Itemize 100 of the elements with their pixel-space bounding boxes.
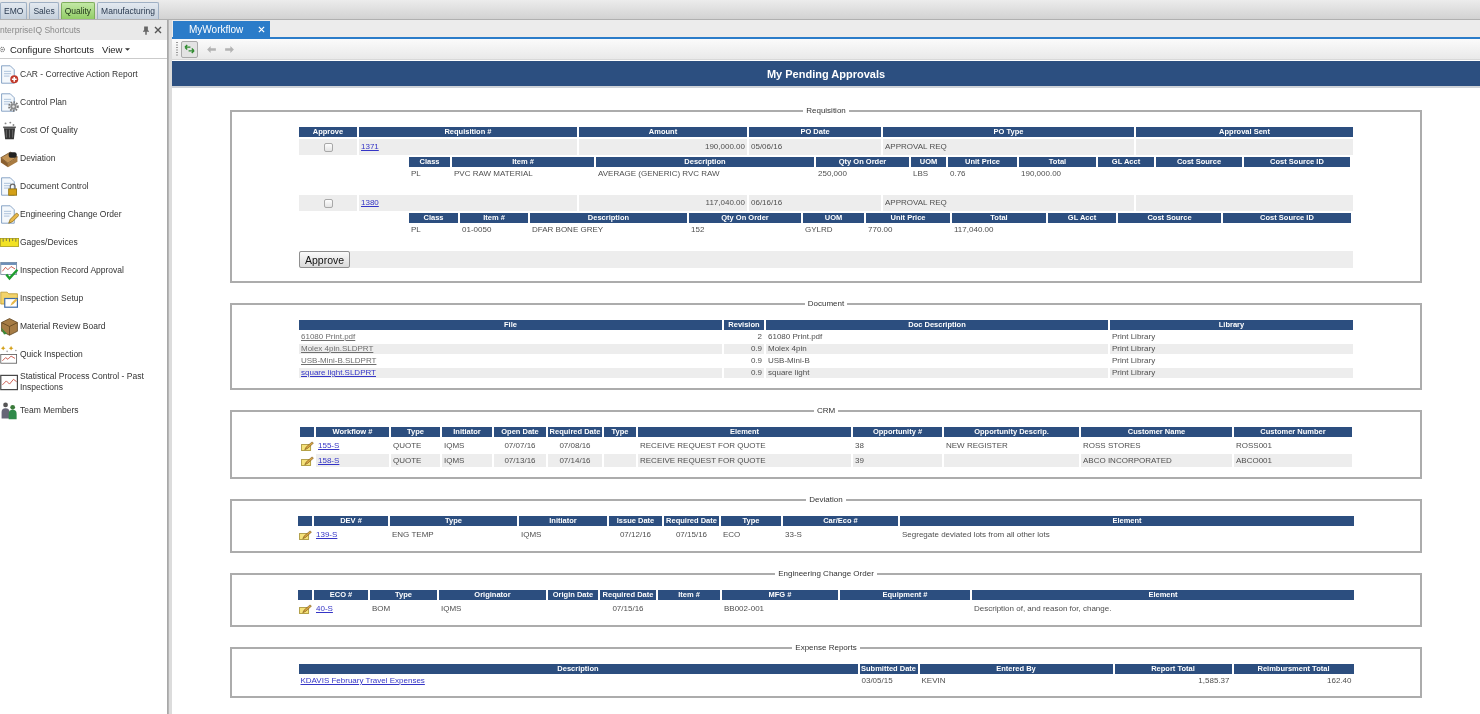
row-link[interactable]: square light.SLDPRT (301, 368, 376, 377)
table-cell-text: QUOTE (392, 439, 423, 452)
pencil-note-icon[interactable] (301, 440, 314, 451)
table-cell-text: Print Library (1111, 356, 1157, 366)
row-link[interactable]: USB-Mini-B.SLDPRT (301, 356, 377, 365)
table-cell-text: USB-Mini-B (767, 356, 811, 366)
shortcut-item[interactable]: CAR - Corrective Action Report (0, 60, 167, 88)
table-cell-text: ROSS001 (1235, 439, 1274, 452)
shortcut-item[interactable]: Gages/Devices (0, 228, 167, 256)
table-cell: QUOTE (391, 454, 440, 467)
table-cell-text: Print Library (1111, 332, 1157, 342)
document-tab[interactable]: MyWorkflow (173, 21, 271, 37)
bin-icon (0, 119, 19, 141)
panel-title: nterpriseIQ Shortcuts (0, 25, 82, 35)
section-title: CRM (815, 406, 837, 415)
table-cell-text: ROSS STORES (1082, 439, 1142, 452)
table-cell-text: 0.9 (749, 356, 763, 366)
table-cell: square light (766, 368, 1108, 378)
shortcut-item[interactable]: Cost Of Quality (0, 116, 167, 144)
table-cell: 05/06/16 (749, 139, 881, 155)
pencil-note-icon[interactable] (301, 455, 314, 466)
pencil-note-icon[interactable] (299, 603, 312, 614)
shortcut-item[interactable]: Team Members (0, 396, 167, 424)
configure-button[interactable]: Configure Shortcuts (0, 43, 94, 55)
table-cell: 0.9 (724, 368, 764, 378)
view-menu[interactable]: View (101, 43, 131, 55)
crate-icon (0, 315, 19, 337)
table-cell-text: 07/12/16 (618, 528, 653, 541)
table-cell-text: 07/15/16 (611, 602, 645, 615)
close-icon[interactable] (154, 26, 162, 34)
gear-icon (0, 44, 7, 54)
row-link[interactable]: 158-S (318, 455, 340, 465)
table-cell-text: 33-S (784, 528, 803, 541)
table-cell-text: PL (410, 225, 422, 235)
shortcut-item[interactable]: Quick Inspection (0, 340, 167, 368)
approve-button[interactable]: Approve (299, 251, 351, 268)
module-tab[interactable]: Quality (60, 2, 96, 19)
shortcut-item[interactable]: Inspection Setup (0, 284, 167, 312)
pin-icon[interactable] (143, 25, 149, 35)
table-cell: 117,040.00 (579, 195, 747, 211)
caret-icon (125, 47, 131, 51)
table-cell-text: 0.76 (949, 169, 967, 179)
table-cell: 07/14/16 (548, 454, 602, 467)
table-cell-text: PL (410, 169, 422, 179)
table-cell-text: AVERAGE (GENERIC) RVC RAW (597, 169, 721, 179)
pencil-note-icon[interactable] (299, 529, 312, 540)
shortcut-item[interactable]: Inspection Record Approval (0, 256, 167, 284)
shortcut-item[interactable]: Deviation (0, 144, 167, 172)
checkbox[interactable] (323, 142, 333, 152)
table-cell-text: 770.00 (867, 225, 894, 235)
table-cell-text: KEVIN (920, 676, 947, 686)
table-cell-text: Segregate deviated lots from all other lots (901, 528, 1051, 541)
table-cell-text: GYLRD (804, 225, 834, 235)
row-link[interactable]: 155-S (318, 440, 340, 450)
row-link[interactable]: 40-S (316, 603, 333, 613)
table-cell: Molex 4pin (766, 344, 1108, 354)
sync-button[interactable] (181, 40, 198, 58)
column-header (298, 516, 312, 526)
module-tab[interactable]: Sales (29, 2, 59, 19)
shortcut-item[interactable]: Material Review Board (0, 312, 167, 340)
row-link[interactable]: 1380 (361, 198, 379, 207)
forward-arrow-icon[interactable] (225, 45, 234, 53)
table-cell: APPROVAL REQ (883, 195, 1134, 211)
table-cell: 07/13/16 (494, 454, 546, 467)
back-arrow-icon[interactable] (207, 45, 216, 53)
section-title: Document (806, 299, 846, 308)
section-title: Deviation (808, 495, 844, 504)
table-cell: Print Library (1110, 344, 1353, 354)
row-link[interactable]: Molex 4pin.SLDPRT (301, 344, 374, 353)
checkbox[interactable] (323, 198, 333, 208)
table-cell: 06/16/16 (749, 195, 881, 211)
table-cell-text: DFAR BONE GREY (531, 225, 605, 235)
table-cell: RECEIVE REQUEST FOR QUOTE (638, 454, 851, 467)
row-link[interactable]: 139-S (316, 529, 338, 539)
table-cell-text: ECO (722, 528, 742, 541)
table-cell-text: 117,040.00 (953, 225, 995, 235)
table-cell-text: 152 (690, 225, 706, 235)
table-cell: Print Library (1110, 368, 1353, 378)
column-header (300, 427, 314, 437)
table-cell-text: PVC RAW MATERIAL (453, 169, 534, 179)
table-cell-text: 07/15/16 (674, 528, 709, 541)
table-cell-text: 61080 Print.pdf (767, 332, 824, 342)
shortcut-item[interactable]: Statistical Process Control - Past Inspections (0, 368, 167, 396)
shortcut-item[interactable]: Document Control (0, 172, 167, 200)
module-tab[interactable]: EMO (0, 2, 28, 19)
module-tab[interactable]: Manufacturing (97, 2, 159, 19)
shortcut-item[interactable]: Engineering Change Order (0, 200, 167, 228)
table-cell-text: Description of, and reason for, change. (973, 602, 1113, 615)
shortcut-item[interactable]: Control Plan (0, 88, 167, 116)
table-cell-text: 190,000.00 (1020, 169, 1063, 179)
table-cell-text: 07/07/16 (503, 439, 537, 452)
column-header (298, 590, 312, 600)
table-cell-text: 2 (756, 332, 763, 342)
row-link[interactable]: 61080 Print.pdf (301, 332, 356, 341)
row-link[interactable]: 1371 (361, 142, 379, 151)
table-cell-text: ENG TEMP (391, 528, 435, 541)
row-link[interactable]: KDAVIS February Travel Expenses (300, 676, 425, 685)
table-cell-text: RECEIVE REQUEST FOR QUOTE (639, 439, 767, 452)
table-cell-text: NEW REGISTER (945, 439, 1009, 452)
table-cell-text: 162.40 (1326, 676, 1353, 686)
